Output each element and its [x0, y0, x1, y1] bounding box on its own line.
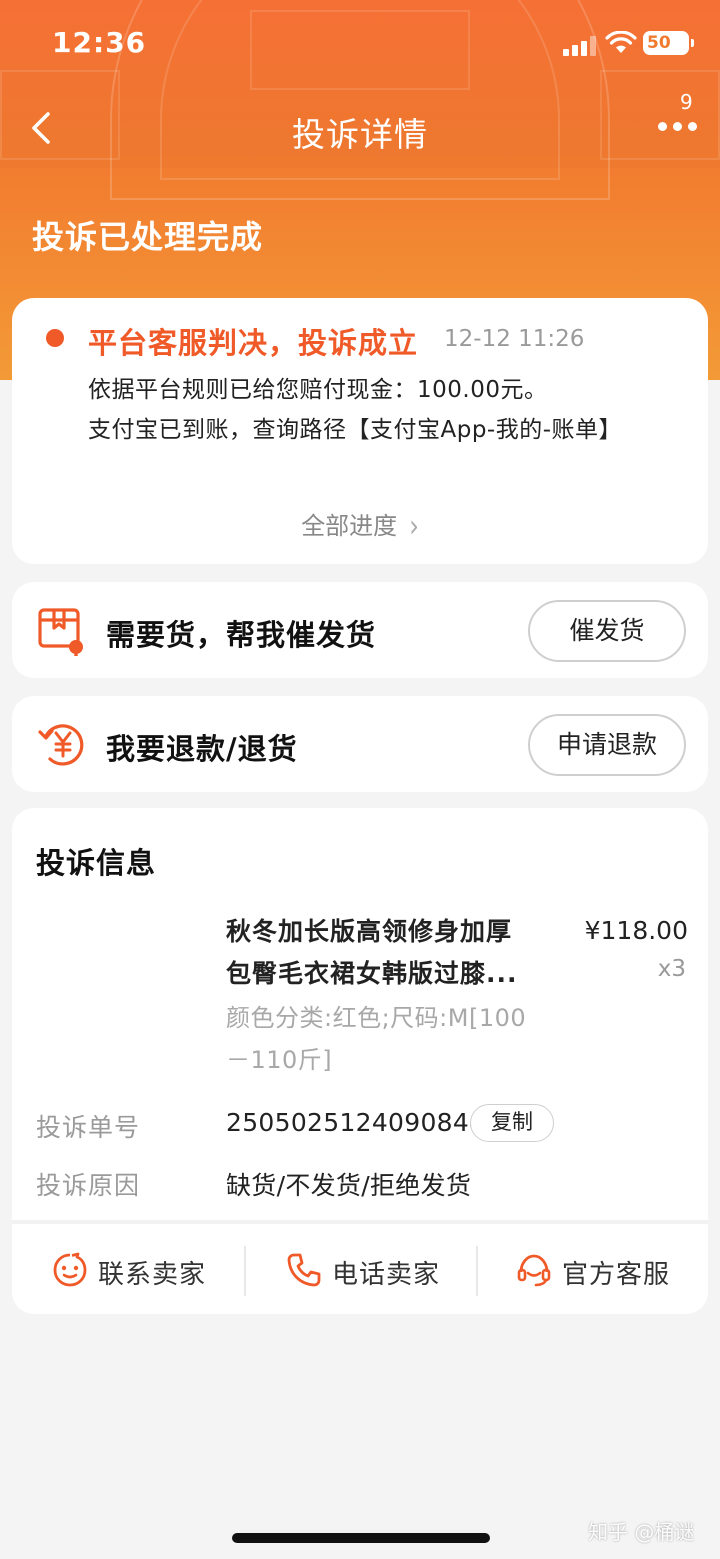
complaint-info-title: 投诉信息 — [36, 846, 157, 880]
divider — [476, 1246, 478, 1296]
progress-card: 平台客服判决，投诉成立 12-12 11:26 依据平台规则已给您赔付现金：10… — [12, 298, 708, 564]
package-bell-icon — [38, 608, 83, 656]
call-seller-label: 电话卖家 — [332, 1260, 441, 1290]
urge-shipping-card: 需要货，帮我催发货 催发货 — [12, 582, 708, 678]
all-progress-link[interactable]: 全部进度 › — [12, 506, 708, 545]
wifi-icon — [605, 31, 637, 53]
contact-seller-label: 联系卖家 — [98, 1260, 207, 1290]
complaint-number-label: 投诉单号 — [36, 1113, 141, 1142]
product-sku-line2: －110斤] — [226, 1046, 333, 1074]
complaint-reason: 缺货/不发货/拒绝发货 — [226, 1171, 472, 1200]
more-dots-icon[interactable] — [658, 122, 698, 132]
status-time: 12:36 — [52, 26, 147, 59]
all-progress-label: 全部进度 — [301, 512, 398, 540]
status-bar: 12:36 50 — [0, 0, 720, 90]
nav-bar: 投诉详情 9 — [0, 90, 720, 168]
product-quantity: x3 — [657, 956, 686, 982]
product-price: ¥118.00 — [584, 916, 688, 945]
refund-card: 我要退款/退货 申请退款 — [12, 696, 708, 792]
official-service-label: 官方客服 — [562, 1260, 671, 1290]
complaint-info-card: 投诉信息 秋冬加长版高领修身加厚 包臀毛衣裙女韩版过膝... ¥118.00 x… — [12, 808, 708, 1314]
battery-icon: 50 — [643, 31, 694, 55]
refund-label: 我要退款/退货 — [106, 732, 298, 766]
progress-detail-line2: 支付宝已到账，查询路径【支付宝App-我的-账单】 — [88, 417, 623, 443]
call-seller-button[interactable]: 电话卖家 — [286, 1244, 466, 1300]
screen: 12:36 50 投诉详情 9 投诉已处理完成 平台客服判决，投诉成立 12-1… — [0, 0, 720, 1559]
urge-shipping-label: 需要货，帮我催发货 — [106, 618, 377, 652]
product-sku-line1: 颜色分类:红色;尺码:M[100 — [226, 1004, 527, 1032]
apply-refund-button[interactable]: 申请退款 — [528, 714, 686, 776]
divider — [12, 1220, 708, 1224]
product-name-line1: 秋冬加长版高领修身加厚 — [226, 917, 513, 946]
complaint-number: 2505025124090844 — [226, 1108, 486, 1137]
urge-shipping-button[interactable]: 催发货 — [528, 600, 686, 662]
chat-face-icon — [53, 1252, 87, 1287]
page-title: 投诉详情 — [292, 115, 428, 154]
headset-icon — [517, 1254, 551, 1287]
more-button[interactable] — [652, 92, 702, 142]
progress-title: 平台客服判决，投诉成立 — [88, 326, 419, 360]
watermark: 知乎 @桶谜 — [588, 1520, 695, 1544]
contact-seller-button[interactable]: 联系卖家 — [52, 1244, 232, 1300]
refund-yuan-icon — [38, 724, 84, 766]
message-count-badge: 9 — [680, 90, 693, 114]
cellular-signal-icon — [563, 36, 597, 56]
complaint-status-heading: 投诉已处理完成 — [32, 218, 264, 256]
product-name-line2: 包臀毛衣裙女韩版过膝... — [226, 959, 518, 988]
copy-button[interactable]: 复制 — [470, 1104, 554, 1142]
official-service-button[interactable]: 官方客服 — [516, 1244, 696, 1300]
progress-dot-icon — [46, 329, 64, 347]
home-indicator[interactable] — [232, 1533, 490, 1543]
chevron-right-icon: › — [409, 507, 419, 545]
complaint-reason-label: 投诉原因 — [36, 1171, 141, 1200]
battery-level: 50 — [647, 33, 671, 53]
divider — [244, 1246, 246, 1296]
phone-icon — [287, 1253, 321, 1287]
progress-detail-line1: 依据平台规则已给您赔付现金：100.00元。 — [88, 377, 548, 403]
progress-time: 12-12 11:26 — [444, 326, 585, 352]
